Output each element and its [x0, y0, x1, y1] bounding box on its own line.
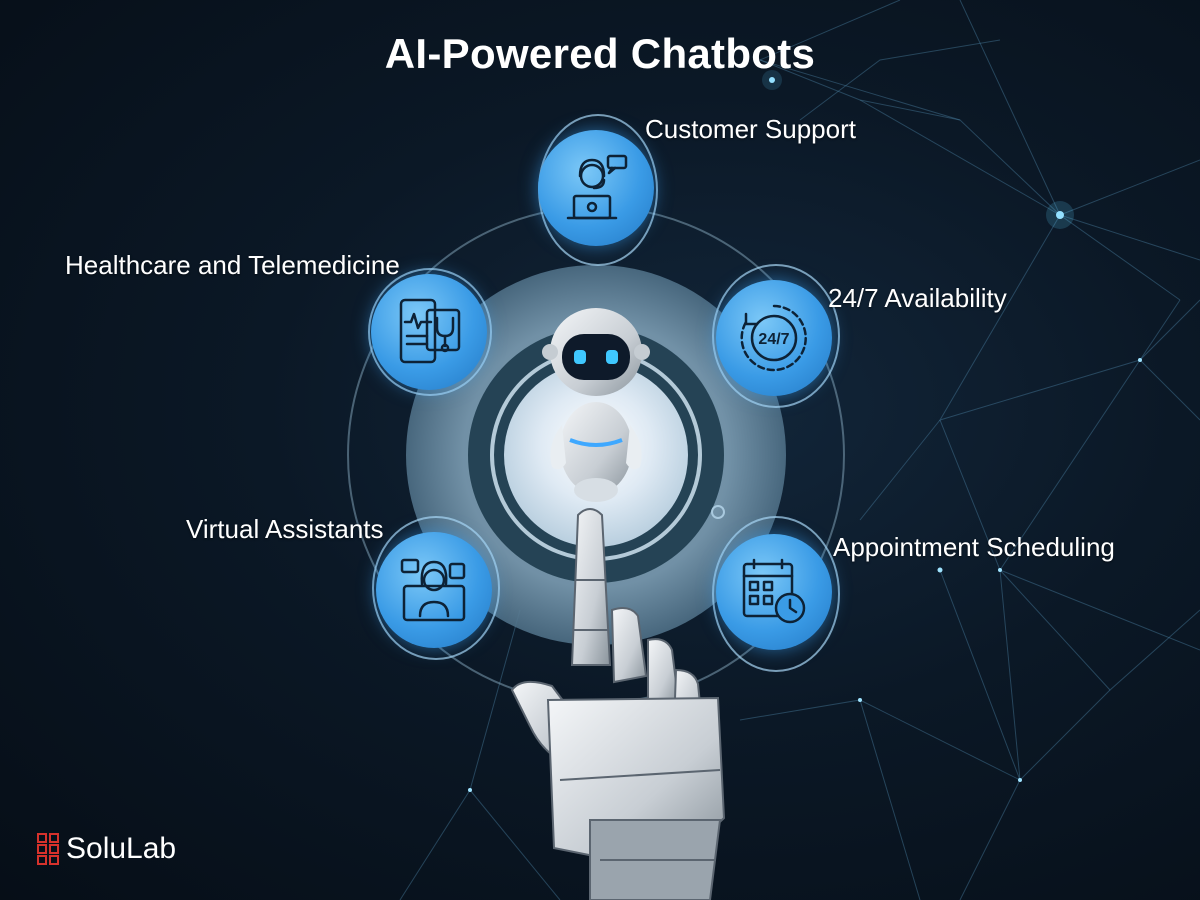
solulab-logo: SoluLab	[36, 832, 176, 866]
label-customer-support: Customer Support	[645, 114, 856, 144]
label-virtual-assistants: Virtual Assistants	[186, 514, 384, 544]
calendar-clock-icon	[742, 558, 806, 624]
label-availability: 24/7 Availability	[828, 283, 1007, 313]
node-customer-support	[538, 130, 654, 246]
node-healthcare	[371, 274, 487, 390]
clock-24-7-text: 24/7	[758, 331, 789, 348]
virtual-assistant-icon	[400, 558, 466, 622]
infographic: AI-Powered Chatbots Customer Support Hea…	[0, 0, 1200, 900]
solulab-logo-mark	[37, 833, 59, 865]
healthcare-telemedicine-icon	[399, 298, 461, 364]
page-title: AI-Powered Chatbots	[384, 30, 816, 77]
node-24-7: 24/7	[716, 280, 832, 396]
customer-support-agent-icon	[566, 154, 628, 220]
label-appointment-scheduling: Appointment Scheduling	[833, 532, 1115, 562]
label-healthcare: Healthcare and Telemedicine	[65, 250, 400, 280]
node-virtual-assistants	[376, 532, 492, 648]
brand-name: SoluLab	[66, 832, 177, 865]
node-appointment-scheduling	[716, 534, 832, 650]
clock-24-7-icon: 24/7	[740, 304, 807, 372]
